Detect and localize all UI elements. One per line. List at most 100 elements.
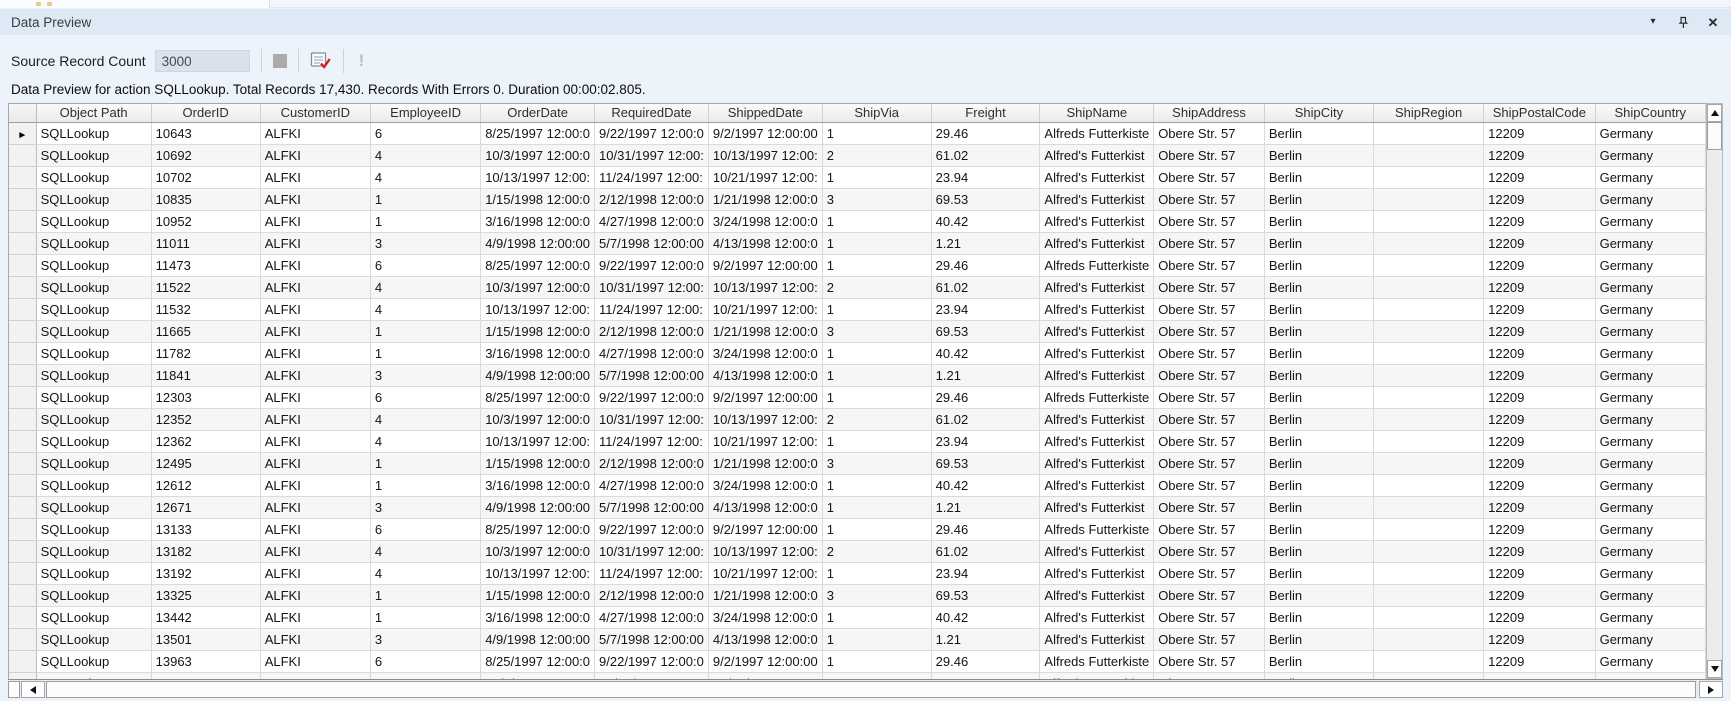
cell[interactable]: 12209 [1484, 144, 1595, 166]
cell[interactable]: Berlin [1264, 408, 1373, 430]
column-header-object-path[interactable]: Object Path [36, 104, 151, 122]
cell[interactable]: Berlin [1264, 298, 1373, 320]
source-record-count-input[interactable] [155, 50, 250, 72]
cell[interactable]: 3/16/1998 12:00:0 [481, 606, 595, 628]
cell[interactable]: 40.42 [931, 474, 1040, 496]
cell[interactable]: ALFKI [260, 496, 370, 518]
cell[interactable]: 3/16/1998 12:00:0 [481, 342, 595, 364]
cell[interactable]: Alfred's Futterkist [1040, 210, 1154, 232]
cell[interactable]: 10643 [151, 122, 260, 144]
cell[interactable]: SQLLookup [36, 320, 151, 342]
cell[interactable]: ALFKI [260, 298, 370, 320]
cell[interactable]: 1/21/1998 12:00:0 [708, 584, 822, 606]
cell[interactable]: Obere Str. 57 [1154, 408, 1265, 430]
cell[interactable] [1374, 254, 1484, 276]
cell[interactable]: SQLLookup [36, 122, 151, 144]
cell[interactable]: 4/27/1998 12:00:0 [595, 210, 709, 232]
cell[interactable]: 12209 [1484, 650, 1595, 672]
cell[interactable]: 4/13/1998 12:00:0 [708, 232, 822, 254]
cell[interactable]: 4 [370, 540, 480, 562]
cell[interactable]: 1 [370, 188, 480, 210]
cell[interactable]: 5/7/1998 12:00:00 [595, 628, 709, 650]
row-header[interactable] [9, 518, 36, 540]
row-header[interactable] [9, 452, 36, 474]
cell[interactable]: Berlin [1264, 496, 1373, 518]
row-header[interactable] [9, 364, 36, 386]
cell[interactable]: 12209 [1484, 584, 1595, 606]
cell[interactable]: 12209 [1484, 210, 1595, 232]
cell[interactable]: 11841 [151, 364, 260, 386]
cell[interactable]: 9/22/1997 12:00:0 [595, 650, 709, 672]
cell[interactable]: 1/21/1998 12:00:0 [708, 452, 822, 474]
cell[interactable]: Obere Str. 57 [1154, 122, 1265, 144]
cell[interactable]: 12209 [1484, 562, 1595, 584]
cell[interactable]: ALFKI [260, 342, 370, 364]
cell[interactable]: 3/24/1998 12:00:0 [708, 606, 822, 628]
cell[interactable]: 12209 [1484, 540, 1595, 562]
cell[interactable]: SQLLookup [36, 628, 151, 650]
cell[interactable]: 1/15/1998 12:00:0 [481, 188, 595, 210]
cell[interactable]: Alfred's Futterkist [1040, 584, 1154, 606]
cell[interactable]: 12209 [1484, 342, 1595, 364]
cell[interactable]: Germany [1595, 518, 1705, 540]
cell[interactable]: 8/25/1997 12:00:0 [481, 518, 595, 540]
cell[interactable]: 10/31/1997 12:00: [595, 408, 709, 430]
cell[interactable]: 4/13/1998 12:00:0 [708, 496, 822, 518]
cell[interactable]: 13192 [151, 562, 260, 584]
cell[interactable]: 1 [822, 232, 931, 254]
cell[interactable]: Alfred's Futterkist [1040, 540, 1154, 562]
cell[interactable] [1374, 342, 1484, 364]
cell[interactable]: Alfred's Futterkist [1040, 276, 1154, 298]
cell[interactable]: 4/9/1998 12:00:00 [481, 364, 595, 386]
cell[interactable]: 12209 [1484, 276, 1595, 298]
cell[interactable]: 10952 [151, 210, 260, 232]
cell[interactable] [1374, 584, 1484, 606]
cell[interactable]: 9/2/1997 12:00:00 [708, 518, 822, 540]
cell[interactable]: 69.53 [931, 584, 1040, 606]
column-header-shippeddate[interactable]: ShippedDate [708, 104, 822, 122]
cell[interactable]: 13325 [151, 584, 260, 606]
cell[interactable]: ALFKI [260, 584, 370, 606]
cell[interactable]: Alfreds Futterkiste [1040, 122, 1154, 144]
cell[interactable]: Berlin [1264, 144, 1373, 166]
cell[interactable]: 12209 [1484, 254, 1595, 276]
cell[interactable]: SQLLookup [36, 650, 151, 672]
row-header[interactable] [9, 232, 36, 254]
cell[interactable]: 3 [370, 628, 480, 650]
cell[interactable]: 6 [370, 386, 480, 408]
cell[interactable]: SQLLookup [36, 540, 151, 562]
scroll-down-button[interactable] [1707, 660, 1722, 678]
row-header[interactable] [9, 474, 36, 496]
cell[interactable]: 10692 [151, 144, 260, 166]
cell[interactable] [1374, 386, 1484, 408]
cell[interactable]: SQLLookup [36, 386, 151, 408]
cell[interactable]: 29.46 [931, 254, 1040, 276]
cell[interactable]: Alfred's Futterkist [1040, 232, 1154, 254]
cell[interactable]: 1/21/1998 12:00:0 [708, 320, 822, 342]
cell[interactable]: 3/16/1998 12:00:0 [481, 474, 595, 496]
cell[interactable] [1374, 430, 1484, 452]
cell[interactable]: 69.53 [931, 452, 1040, 474]
cell[interactable]: 9/2/1997 12:00:00 [708, 386, 822, 408]
cell[interactable]: 12352 [151, 408, 260, 430]
cell[interactable]: Berlin [1264, 342, 1373, 364]
cell[interactable]: 4 [370, 672, 480, 679]
cell[interactable]: 1.21 [931, 232, 1040, 254]
cell[interactable]: Obere Str. 57 [1154, 606, 1265, 628]
close-icon[interactable]: ✕ [1706, 15, 1720, 29]
cell[interactable]: 5/7/1998 12:00:00 [595, 496, 709, 518]
cell[interactable]: Germany [1595, 210, 1705, 232]
cell[interactable]: Obere Str. 57 [1154, 430, 1265, 452]
cell[interactable]: 12209 [1484, 166, 1595, 188]
cell[interactable]: 3 [822, 320, 931, 342]
cell[interactable]: 1/21/1998 12:00:0 [708, 188, 822, 210]
cell[interactable]: Germany [1595, 606, 1705, 628]
cell[interactable]: 1 [822, 210, 931, 232]
cell[interactable]: ALFKI [260, 254, 370, 276]
cell[interactable]: Alfred's Futterkist [1040, 408, 1154, 430]
cell[interactable]: Alfred's Futterkist [1040, 430, 1154, 452]
column-header-shippostalcode[interactable]: ShipPostalCode [1484, 104, 1595, 122]
cell[interactable]: 1 [822, 342, 931, 364]
cell[interactable] [1374, 606, 1484, 628]
cell[interactable]: Obere Str. 57 [1154, 254, 1265, 276]
